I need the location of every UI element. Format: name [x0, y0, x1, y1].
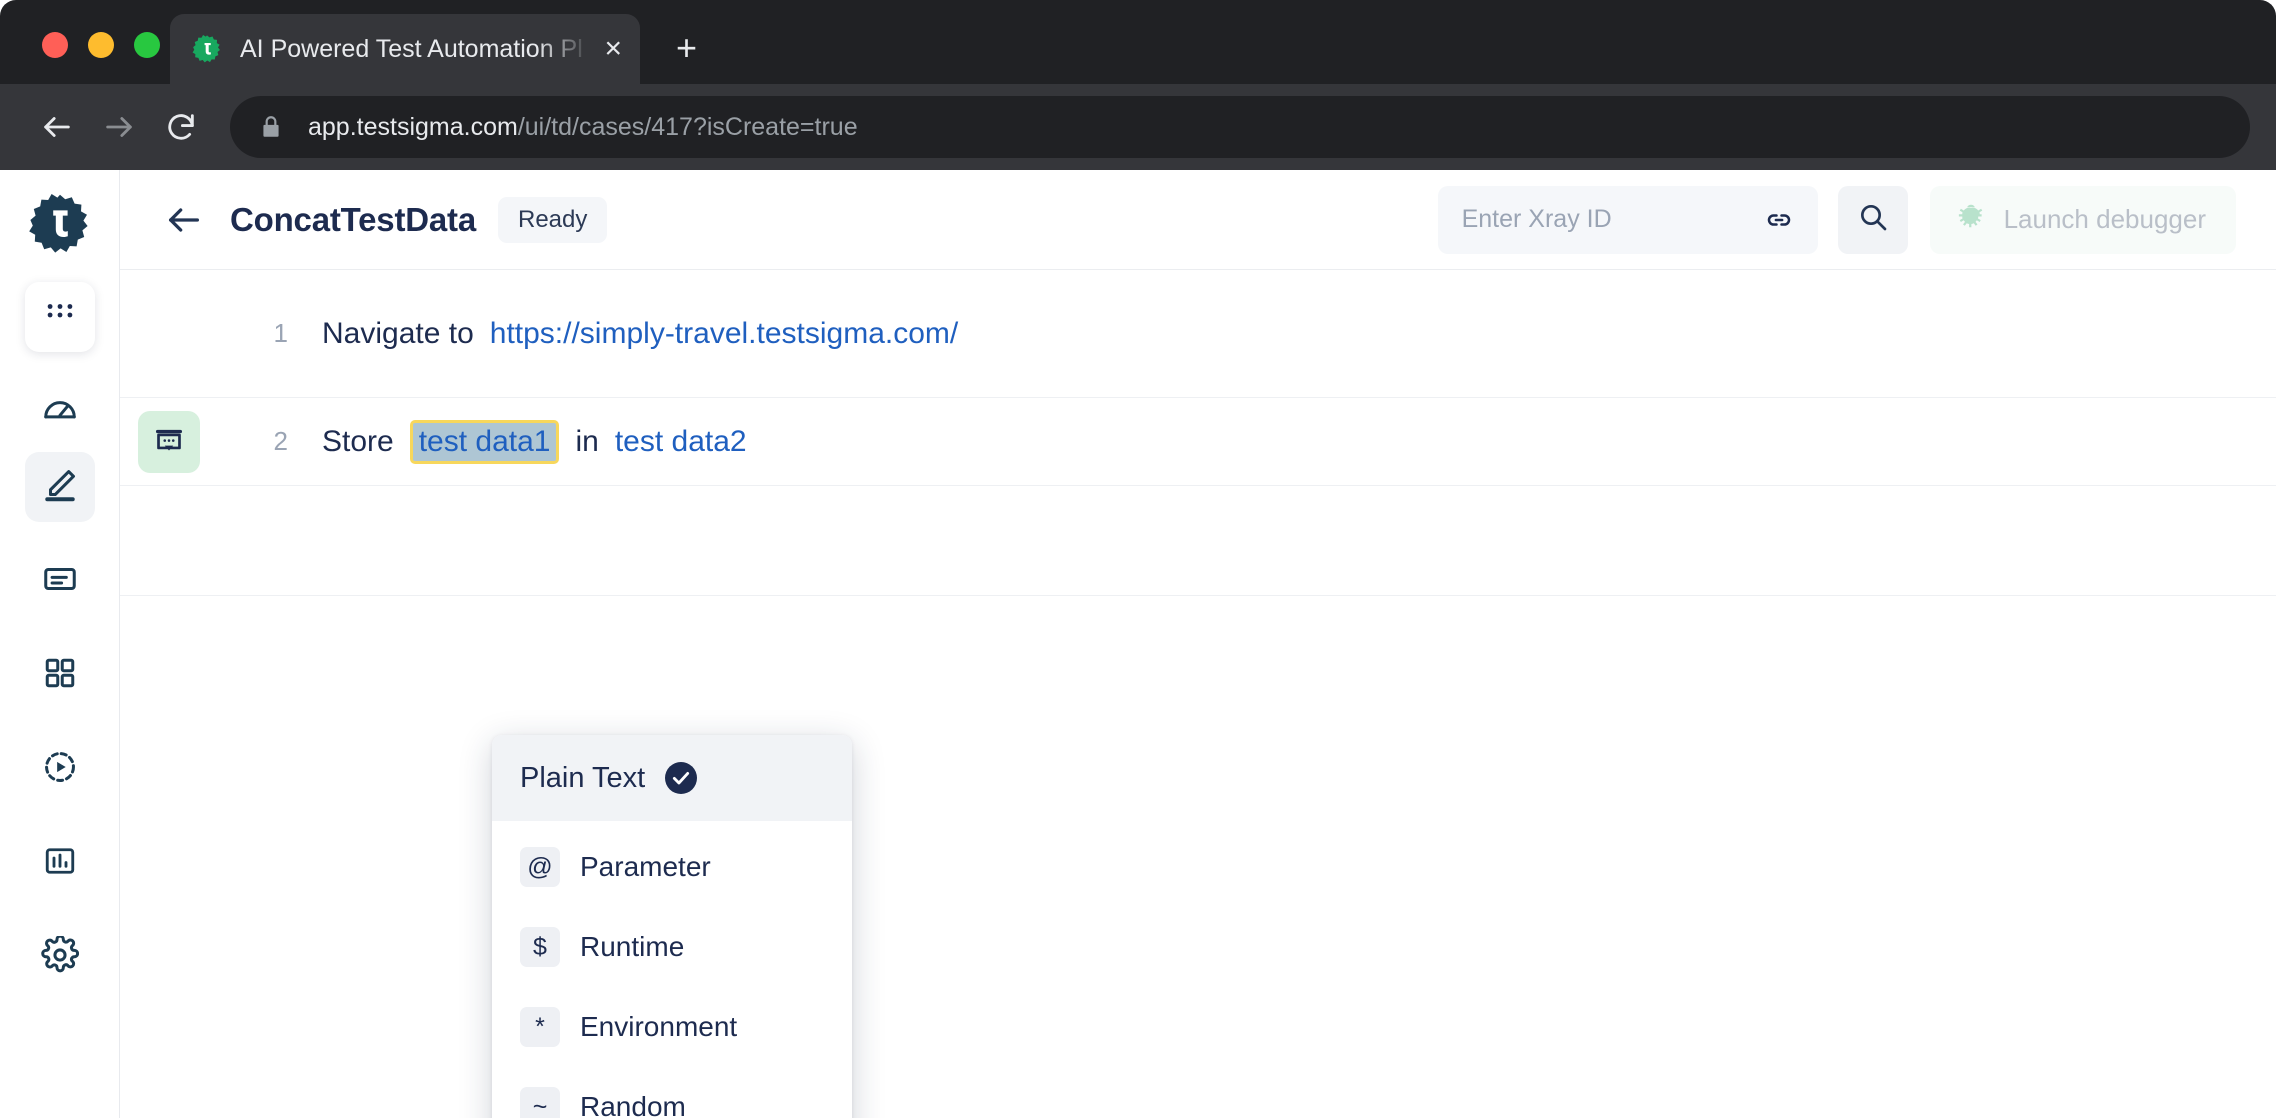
address-bar[interactable]: app.testsigma.com/ui/td/cases/417?isCrea… — [230, 96, 2250, 158]
step-text: Store test data1 in test data2 — [322, 419, 747, 464]
url-text: app.testsigma.com/ui/td/cases/417?isCrea… — [308, 113, 858, 142]
browser-window: AI Powered Test Automation Pl × + app.te… — [0, 0, 2276, 1118]
window-traffic-lights — [42, 32, 160, 58]
lock-icon — [258, 114, 284, 140]
minimize-window-button[interactable] — [88, 32, 114, 58]
dropdown-header-label: Plain Text — [520, 761, 646, 794]
step-gutter — [120, 410, 230, 473]
dropdown-item-label: Runtime — [580, 931, 685, 962]
step-value-link[interactable]: https://simply-travel.testsigma.com/ — [490, 317, 958, 351]
tab-title: AI Powered Test Automation Pl — [240, 34, 583, 63]
sidebar-item-test-development[interactable] — [24, 452, 95, 522]
sidebar-item-runs[interactable] — [25, 734, 95, 804]
search-icon — [1857, 201, 1889, 238]
browser-tab-bar: AI Powered Test Automation Pl × + — [0, 0, 2276, 84]
folder-lines-icon — [41, 560, 79, 603]
tilde-symbol-icon: ~ — [520, 1087, 560, 1118]
browser-tab[interactable]: AI Powered Test Automation Pl × — [170, 14, 640, 84]
dollar-symbol-icon: $ — [520, 927, 560, 967]
speedometer-icon — [41, 390, 79, 433]
dropdown-item-runtime[interactable]: $ Runtime — [492, 911, 852, 983]
step-text: Navigate to https://simply-travel.testsi… — [322, 317, 958, 351]
data-type-dropdown: Plain Text @ Parameter $ Runtime * Envir… — [492, 735, 852, 1118]
store-data-icon[interactable] — [138, 410, 200, 473]
bar-chart-icon — [42, 843, 78, 884]
dropdown-header-plain-text[interactable]: Plain Text — [492, 735, 852, 821]
sidebar-item-settings[interactable] — [25, 922, 95, 992]
main-content: ConcatTestData Ready Enter Xray ID Launc… — [120, 170, 2276, 1118]
search-button[interactable] — [1837, 185, 1908, 254]
forward-button[interactable] — [88, 96, 150, 158]
back-arrow-icon[interactable] — [160, 196, 208, 244]
step-value-link[interactable]: test data2 — [615, 425, 747, 459]
new-tab-button[interactable]: + — [676, 30, 697, 66]
dropdown-item-label: Environment — [580, 1011, 738, 1042]
page-header: ConcatTestData Ready Enter Xray ID Launc… — [120, 170, 2276, 270]
sidebar-item-dashboard[interactable] — [25, 376, 95, 446]
sidebar-item-reports[interactable] — [25, 828, 95, 898]
pencil-icon — [41, 466, 79, 509]
dropdown-item-environment[interactable]: * Environment — [492, 991, 852, 1063]
step-selected-token[interactable]: test data1 — [409, 419, 560, 464]
dropdown-item-label: Parameter — [580, 851, 711, 882]
bug-icon — [1956, 201, 1986, 238]
sidebar-item-test-data[interactable] — [25, 546, 95, 616]
step-number: 2 — [273, 426, 288, 456]
testsigma-logo[interactable] — [24, 188, 96, 260]
step-joiner: in — [575, 424, 599, 458]
test-step-row[interactable]: 2 Store test data1 in test data2 — [120, 398, 2276, 486]
launch-debugger-label: Launch debugger — [2003, 204, 2206, 234]
step-keyword: Navigate to — [322, 316, 474, 350]
test-step-row-empty — [120, 486, 2276, 596]
test-step-row[interactable]: 1 Navigate to https://simply-travel.test… — [120, 270, 2276, 398]
url-domain: app.testsigma.com — [308, 112, 518, 141]
dropdown-item-label: Random — [580, 1091, 686, 1118]
squares-icon — [42, 655, 78, 696]
status-badge: Ready — [497, 196, 608, 243]
maximize-window-button[interactable] — [134, 32, 160, 58]
step-keyword: Store — [322, 424, 394, 458]
left-sidebar — [0, 170, 120, 1118]
testsigma-logo-icon — [192, 34, 222, 64]
back-button[interactable] — [26, 96, 88, 158]
test-steps-list: 1 Navigate to https://simply-travel.test… — [120, 270, 2276, 1118]
reload-button[interactable] — [150, 96, 212, 158]
asterisk-symbol-icon: * — [520, 1007, 560, 1047]
application-root: ConcatTestData Ready Enter Xray ID Launc… — [0, 170, 2276, 1118]
dropdown-item-random[interactable]: ~ Random — [492, 1071, 852, 1118]
xray-id-input[interactable] — [1461, 205, 1754, 234]
sidebar-item-apps[interactable] — [24, 282, 95, 352]
close-window-button[interactable] — [42, 32, 68, 58]
xray-id-field[interactable] — [1437, 185, 1818, 254]
dropdown-item-parameter[interactable]: @ Parameter — [492, 831, 852, 903]
close-tab-button[interactable]: × — [604, 34, 622, 64]
gear-icon — [40, 934, 79, 979]
check-circle-icon — [665, 762, 698, 794]
page-title: ConcatTestData — [230, 200, 476, 238]
grid-dots-icon — [43, 298, 77, 337]
link-icon[interactable] — [1764, 205, 1794, 235]
browser-toolbar: app.testsigma.com/ui/td/cases/417?isCrea… — [0, 84, 2276, 170]
launch-debugger-button[interactable]: Launch debugger — [1929, 185, 2236, 254]
step-number: 1 — [273, 318, 288, 348]
sidebar-item-test-plans[interactable] — [25, 640, 95, 710]
at-symbol-icon: @ — [520, 847, 560, 887]
tab-strip: AI Powered Test Automation Pl × + — [170, 14, 697, 84]
play-circle-dashed-icon — [41, 748, 79, 791]
url-path: /ui/td/cases/417?isCreate=true — [517, 112, 858, 141]
